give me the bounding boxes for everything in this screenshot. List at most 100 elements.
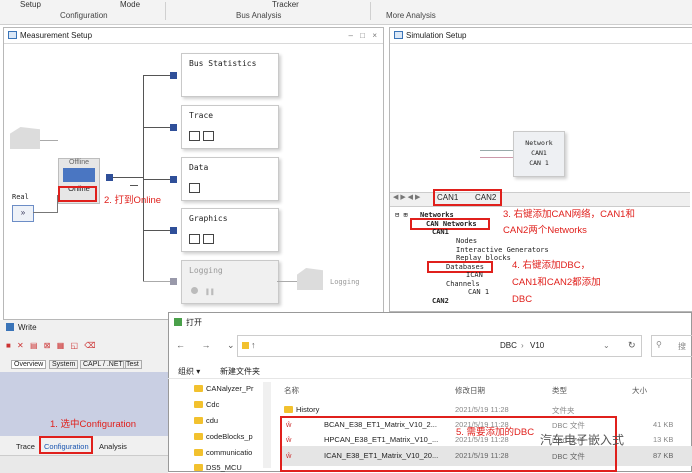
tree-ican[interactable]: ICAN bbox=[466, 271, 483, 279]
ribbon-separator bbox=[165, 2, 166, 20]
trace-config-icon[interactable] bbox=[203, 131, 214, 141]
organize-menu[interactable]: 组织 ▾ bbox=[178, 366, 200, 377]
connector-line bbox=[130, 185, 138, 186]
network-line-1: CAN1 bbox=[531, 149, 547, 157]
data-window-icon[interactable] bbox=[189, 183, 200, 193]
file-size: 13 KB bbox=[653, 435, 674, 444]
path-v10[interactable]: V10 bbox=[530, 341, 544, 350]
annotation-4: 4. 右键添加DBC， bbox=[512, 260, 591, 271]
highlight-can-networks bbox=[410, 218, 490, 230]
ribbon-tracker[interactable]: Tracker bbox=[272, 0, 299, 9]
simulation-setup-titlebar: Simulation Setup bbox=[390, 28, 692, 44]
bottom-tab-trace[interactable]: Trace bbox=[16, 442, 35, 451]
bus-statistics-label: Bus Statistics bbox=[189, 59, 257, 68]
path-dbc[interactable]: DBC bbox=[500, 341, 517, 350]
trace-window-icon[interactable] bbox=[189, 131, 200, 141]
tree-can1[interactable]: CAN1 bbox=[432, 228, 449, 236]
graphics-window-icon[interactable] bbox=[189, 234, 200, 244]
measurement-setup-title: Measurement Setup bbox=[20, 31, 93, 40]
address-bar[interactable]: DBC › V10 ⌄ ↻ bbox=[237, 335, 642, 357]
ribbon-group-more-analysis: More Analysis bbox=[386, 11, 436, 20]
folder-icon bbox=[194, 401, 203, 408]
search-box[interactable]: ⚲ 搜 bbox=[651, 335, 692, 357]
record-icon[interactable] bbox=[191, 287, 198, 294]
graphics-label: Graphics bbox=[189, 214, 228, 223]
highlight-configuration bbox=[39, 436, 93, 454]
connector-line bbox=[113, 177, 143, 178]
sidebar-item[interactable]: Cdc bbox=[194, 400, 219, 409]
branch-line bbox=[143, 127, 171, 128]
tab-nav-icons[interactable]: ◀ ▶ ◀ ▶ bbox=[393, 193, 420, 201]
trace-block[interactable]: Trace bbox=[181, 105, 279, 149]
real-source-button[interactable]: » bbox=[12, 205, 34, 222]
sidebar-item[interactable]: DS5_MCU bbox=[194, 463, 242, 472]
sidebar-scrollbar[interactable] bbox=[263, 382, 271, 468]
column-date[interactable]: 修改日期 bbox=[455, 385, 485, 396]
tree-nodes[interactable]: Nodes bbox=[456, 237, 477, 245]
branch-line bbox=[143, 281, 171, 282]
node-square bbox=[170, 176, 177, 183]
dropdown-icon[interactable]: ⌄ bbox=[603, 341, 610, 350]
status-bar bbox=[0, 455, 168, 473]
tree-channels[interactable]: Channels bbox=[446, 280, 480, 288]
folder-icon bbox=[194, 464, 203, 471]
logging-block[interactable]: Logging ❚❚ bbox=[181, 260, 279, 304]
tree-channel-can1[interactable]: CAN 1 bbox=[468, 288, 489, 296]
tab-system[interactable]: System bbox=[49, 360, 79, 369]
network-node[interactable]: Network CAN1 CAN 1 bbox=[513, 131, 565, 177]
annotation-1: 1. 选中Configuration bbox=[50, 419, 137, 430]
tree-interactive-generators[interactable]: Interactive Generators bbox=[456, 246, 549, 254]
window-icon bbox=[8, 31, 17, 39]
graphics-config-icon[interactable] bbox=[203, 234, 214, 244]
measurement-setup-titlebar: Measurement Setup – □ × bbox=[4, 28, 383, 44]
tab-test[interactable]: Test bbox=[123, 360, 142, 369]
column-name[interactable]: 名称 bbox=[284, 385, 299, 396]
file-date: 2021/5/19 11:28 bbox=[455, 405, 509, 414]
ribbon-setup[interactable]: Setup bbox=[20, 0, 41, 9]
tree-can2[interactable]: CAN2 bbox=[432, 297, 449, 305]
window-icon bbox=[394, 31, 403, 39]
logging-label: Logging bbox=[189, 266, 223, 275]
refresh-icon[interactable]: ↻ bbox=[628, 340, 636, 351]
bottom-tab-analysis[interactable]: Analysis bbox=[99, 442, 127, 451]
ribbon-group-configuration: Configuration bbox=[60, 11, 108, 20]
annotation-3-line2: CAN2两个Networks bbox=[503, 225, 587, 236]
sidebar-item[interactable]: codeBlocks_p bbox=[194, 432, 253, 441]
simulation-setup-title: Simulation Setup bbox=[406, 31, 467, 40]
offline-label: Offline bbox=[68, 159, 90, 166]
file-size: 41 KB bbox=[653, 420, 674, 429]
ribbon-group-bus-analysis: Bus Analysis bbox=[236, 11, 282, 20]
tab-overview[interactable]: Overview bbox=[11, 360, 47, 369]
new-folder-button[interactable]: 新建文件夹 bbox=[220, 366, 260, 377]
minimize-icon[interactable]: – bbox=[349, 28, 353, 43]
bus-statistics-block[interactable]: Bus Statistics bbox=[181, 53, 279, 97]
tree-icon-networks: ⊟ ⊞ bbox=[395, 211, 408, 219]
real-line bbox=[33, 212, 57, 213]
data-block[interactable]: Data bbox=[181, 157, 279, 201]
column-type[interactable]: 类型 bbox=[552, 385, 567, 396]
network-label: Network bbox=[525, 139, 553, 147]
divider bbox=[168, 378, 692, 379]
trace-label: Trace bbox=[189, 111, 214, 120]
highlight-databases bbox=[427, 261, 493, 273]
graphics-block[interactable]: Graphics bbox=[181, 208, 279, 252]
pause-icon[interactable]: ❚❚ bbox=[205, 287, 215, 296]
search-icon: ⚲ bbox=[656, 340, 662, 349]
sidebar-item[interactable]: communicatio bbox=[194, 448, 252, 457]
tab-capl-net[interactable]: CAPL / .NET bbox=[80, 360, 126, 369]
maximize-icon[interactable]: □ bbox=[360, 28, 365, 43]
ribbon-mode[interactable]: Mode bbox=[120, 0, 140, 9]
watermark: 汽车电子嵌入式 bbox=[540, 433, 625, 447]
close-icon[interactable]: × bbox=[372, 28, 377, 43]
write-toolbar-icons[interactable]: ■ ✕ ▤ ⊠ ▦ ◱ ⌫ bbox=[6, 341, 98, 350]
node-square bbox=[170, 72, 177, 79]
real-line bbox=[57, 195, 58, 213]
folder-icon bbox=[194, 417, 203, 424]
dialog-title: 打开 bbox=[186, 318, 202, 327]
logging-file-label: Logging bbox=[330, 278, 360, 286]
annotation-4-line3: DBC bbox=[512, 294, 533, 305]
folder-icon bbox=[242, 342, 249, 349]
column-size[interactable]: 大小 bbox=[632, 385, 647, 396]
sidebar-item[interactable]: CANalyzer_Pr bbox=[194, 384, 254, 393]
sidebar-item[interactable]: cdu bbox=[194, 416, 218, 425]
